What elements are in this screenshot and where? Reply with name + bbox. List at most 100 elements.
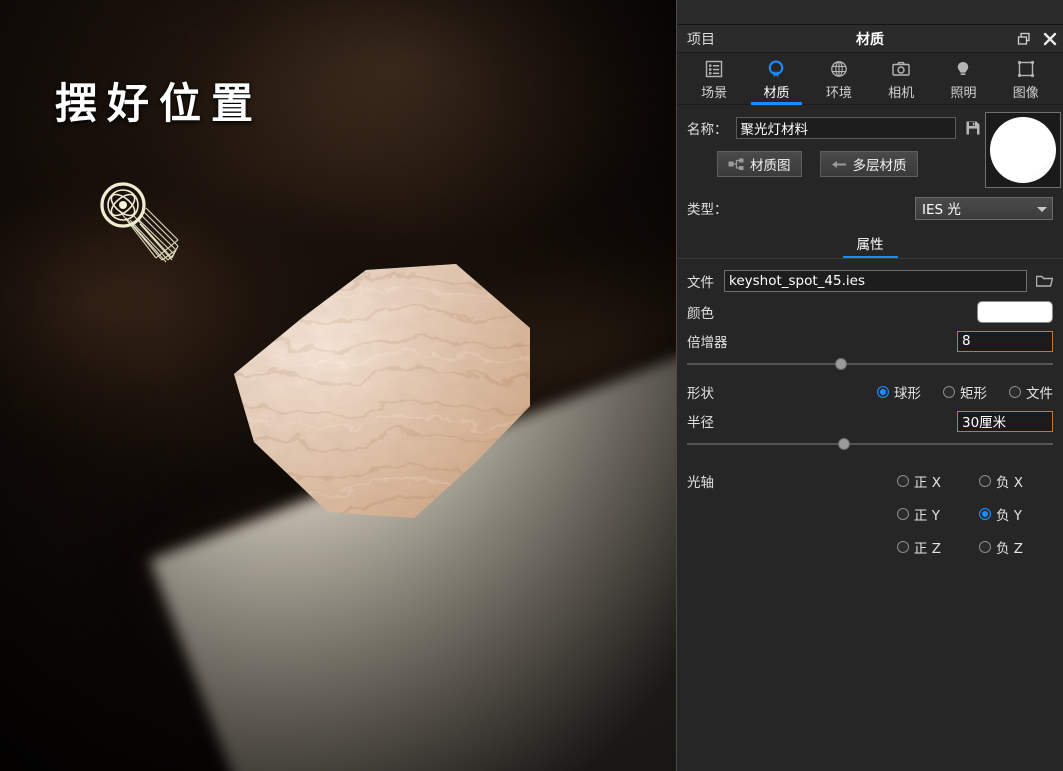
axis-option-plus-z[interactable]: 正 Z — [896, 537, 941, 557]
displaced-sand-plane[interactable] — [232, 256, 532, 524]
axis-option-minus-z-label: 负 Z — [995, 541, 1023, 557]
panel-title: 材质 — [856, 31, 884, 48]
file-row: 文件 — [677, 265, 1063, 297]
radius-slider[interactable] — [677, 435, 1063, 453]
tab-camera-label: 相机 — [888, 86, 915, 101]
tab-environment-label: 环境 — [825, 86, 852, 101]
globe-icon — [829, 57, 849, 81]
tab-material-label: 材质 — [763, 86, 790, 101]
tab-lighting-label: 照明 — [950, 86, 977, 101]
tab-image[interactable]: 图像 — [995, 53, 1057, 104]
list-icon — [704, 57, 724, 81]
light-axis-row: 光轴 正 X 正 Y 正 Z 负 X 负 Y 负 Z — [677, 471, 1063, 557]
radio-dot — [1009, 386, 1021, 398]
shape-radio-group: 球形 矩形 文件 — [877, 382, 1053, 402]
chevron-down-icon — [1037, 206, 1047, 212]
type-label: 类型： — [687, 202, 728, 218]
type-select-value: IES 光 — [922, 202, 961, 218]
radius-slider-track[interactable] — [687, 438, 1053, 450]
app-root: 摆好位置 项目 材质 场景 材质 环境 相机 照明 图像 名称： 聚光灯材料 材… — [0, 0, 1063, 771]
tab-scene[interactable]: 场景 — [683, 53, 745, 104]
axis-option-minus-y[interactable]: 负 Y — [978, 504, 1023, 524]
axis-option-plus-z-label: 正 Z — [913, 541, 941, 557]
page-title: 摆好位置 — [55, 79, 264, 128]
shape-label: 形状 — [687, 386, 714, 402]
panel-top-strip — [677, 0, 1063, 25]
tab-environment[interactable]: 环境 — [808, 53, 870, 104]
shape-option-file[interactable]: 文件 — [1009, 382, 1053, 402]
radio-dot — [978, 508, 991, 520]
axis-option-minus-y-label: 负 Y — [995, 508, 1022, 524]
subtab-divider — [677, 258, 1063, 259]
shape-option-sphere-label: 球形 — [894, 386, 921, 402]
camera-icon — [891, 57, 911, 81]
material-graph-label: 材质图 — [750, 158, 791, 174]
shape-option-file-label: 文件 — [1026, 386, 1053, 402]
subtab-properties[interactable]: 属性 — [842, 233, 898, 258]
folder-icon[interactable] — [1035, 272, 1053, 290]
axis-option-plus-y-label: 正 Y — [913, 508, 940, 524]
file-label: 文件 — [687, 275, 714, 291]
undock-icon[interactable] — [1015, 30, 1033, 48]
multiplier-slider-track[interactable] — [687, 358, 1053, 370]
radius-row: 半径 — [677, 407, 1063, 435]
type-select[interactable]: IES 光 — [915, 196, 1053, 220]
shape-option-rectangle[interactable]: 矩形 — [943, 382, 987, 402]
radius-slider-knob[interactable] — [838, 438, 851, 450]
color-swatch[interactable] — [977, 301, 1053, 323]
tab-material[interactable]: 材质 — [745, 53, 807, 105]
ies-spotlight-gizmo[interactable] — [88, 172, 198, 270]
lightbulb-icon — [953, 57, 973, 81]
subtab-properties-label: 属性 — [856, 237, 884, 253]
close-icon[interactable] — [1041, 30, 1059, 48]
multiplier-label: 倍增器 — [687, 335, 728, 351]
subtab-bar: 属性 — [677, 233, 1063, 258]
material-preview-sphere — [990, 117, 1056, 183]
shape-option-rectangle-label: 矩形 — [960, 386, 987, 402]
shape-option-sphere[interactable]: 球形 — [877, 382, 921, 402]
axis-column-negative: 负 X 负 Y 负 Z — [978, 471, 1023, 557]
axis-option-minus-x-label: 负 X — [995, 475, 1023, 491]
tab-camera[interactable]: 相机 — [870, 53, 932, 104]
axis-option-plus-x[interactable]: 正 X — [896, 471, 941, 491]
radius-input[interactable] — [957, 410, 1053, 432]
layers-arrow-icon — [831, 160, 846, 168]
image-frame-icon — [1016, 57, 1036, 81]
material-properties-panel: 项目 材质 场景 材质 环境 相机 照明 图像 名称： 聚光灯材料 材质图 多层… — [676, 0, 1063, 771]
render-viewport[interactable]: 摆好位置 — [0, 0, 676, 771]
tab-image-label: 图像 — [1012, 86, 1039, 101]
radio-dot — [896, 508, 909, 520]
radio-dot — [978, 475, 991, 487]
radio-dot — [896, 475, 909, 487]
axis-option-plus-x-label: 正 X — [913, 475, 941, 491]
light-axis-radio-group: 正 X 正 Y 正 Z 负 X 负 Y 负 Z — [896, 471, 1053, 557]
radio-dot — [943, 386, 955, 398]
light-axis-label: 光轴 — [687, 475, 714, 491]
shape-row: 形状 球形 矩形 文件 — [677, 377, 1063, 407]
multiplier-slider[interactable] — [677, 355, 1063, 373]
axis-option-minus-x[interactable]: 负 X — [978, 471, 1023, 491]
axis-option-plus-y[interactable]: 正 Y — [896, 504, 941, 524]
multiplier-row: 倍增器 — [677, 327, 1063, 355]
type-row: 类型： IES 光 — [677, 193, 1063, 223]
category-tab-bar: 场景 材质 环境 相机 照明 图像 — [677, 53, 1063, 105]
material-preview[interactable] — [985, 112, 1061, 188]
name-label: 名称： — [687, 122, 728, 138]
panel-header: 项目 材质 — [677, 25, 1063, 53]
material-name-input[interactable] — [735, 117, 956, 139]
radio-dot — [978, 541, 991, 553]
node-graph-icon — [728, 158, 744, 170]
axis-option-minus-z[interactable]: 负 Z — [978, 537, 1023, 557]
radius-label: 半径 — [687, 415, 714, 431]
color-label: 颜色 — [687, 306, 714, 322]
multilayer-material-button[interactable]: 多层材质 — [819, 151, 918, 177]
ies-file-input[interactable] — [724, 270, 1027, 292]
multilayer-material-label: 多层材质 — [852, 158, 907, 174]
save-icon[interactable] — [964, 119, 982, 137]
radio-dot — [896, 541, 909, 553]
multiplier-slider-knob[interactable] — [834, 358, 847, 370]
material-graph-button[interactable]: 材质图 — [717, 151, 802, 177]
tab-lighting[interactable]: 照明 — [932, 53, 994, 104]
radio-dot — [877, 386, 889, 398]
multiplier-input[interactable] — [957, 330, 1053, 352]
